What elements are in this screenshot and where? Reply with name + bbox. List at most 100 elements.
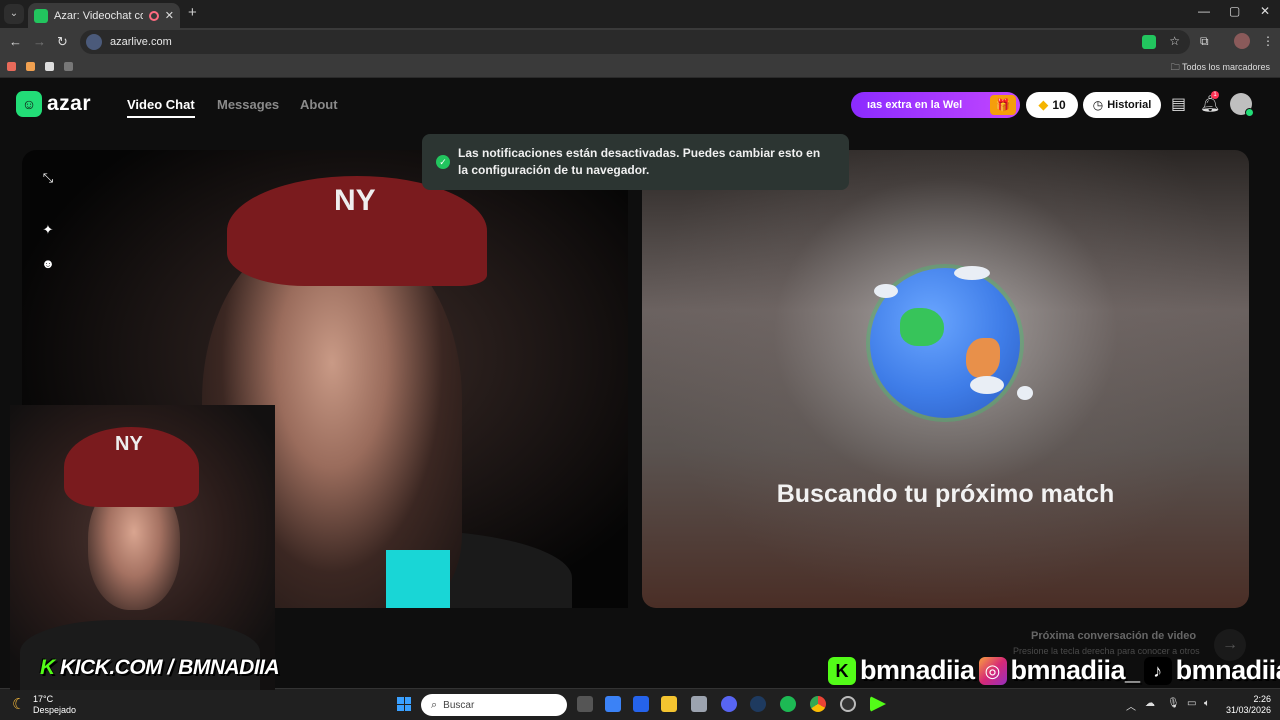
- back-arrow-icon[interactable]: ←: [9, 34, 22, 49]
- address-bar[interactable]: azarlive.com ☆: [80, 30, 1190, 54]
- searching-text: Buscando tu próximo match: [776, 480, 1115, 508]
- nav-messages[interactable]: Messages: [217, 97, 279, 112]
- more-menu-icon[interactable]: ⋮: [1262, 34, 1274, 48]
- all-bookmarks-link[interactable]: 🗀 Todos los marcadores: [1171, 60, 1270, 76]
- instagram-icon: ◎: [978, 656, 1007, 685]
- kick-channel-overlay: K KICK.COM / BMNADIIA: [40, 656, 280, 680]
- magic-wand-icon[interactable]: ✦: [40, 222, 56, 238]
- logo-text: azar: [47, 92, 92, 115]
- minimize-button[interactable]: —: [1198, 4, 1210, 18]
- close-tab-button[interactable]: ✕: [165, 9, 174, 22]
- close-window-button[interactable]: ✕: [1260, 4, 1270, 18]
- profile-avatar-icon[interactable]: [1234, 33, 1250, 49]
- reload-icon[interactable]: ↻: [57, 34, 68, 50]
- weather-widget[interactable]: 17°C Despejado: [33, 694, 76, 716]
- kick-logo-icon: K: [40, 656, 55, 679]
- store-app-icon[interactable]: [605, 696, 621, 712]
- windows-start-icon[interactable]: [397, 697, 411, 711]
- file-explorer-icon[interactable]: [661, 696, 677, 712]
- url-text: azarlive.com: [110, 36, 172, 48]
- gems-count: 10: [1052, 98, 1066, 112]
- bookmark-icon[interactable]: [7, 62, 16, 71]
- next-conversation-title: Próxima conversación de video: [1031, 630, 1197, 642]
- history-button[interactable]: ◷ Historial: [1083, 92, 1161, 118]
- kick-channel-text: KICK.COM / BMNADIIA: [60, 656, 280, 679]
- inbox-icon[interactable]: ▤: [1171, 94, 1186, 114]
- extensions-puzzle-icon[interactable]: ⧉: [1200, 34, 1209, 49]
- bookmarks-bar: 🗀 Todos los marcadores: [0, 56, 1280, 78]
- browser-tab-strip: ⌄ Azar: Videochat con gente ✕ + — ▢ ✕: [0, 0, 1280, 28]
- notification-toast: ✓ Las notificaciones están desactivadas.…: [422, 134, 849, 190]
- display-icon[interactable]: ▭: [1187, 698, 1196, 709]
- match-video-panel: Buscando tu próximo match: [642, 150, 1249, 608]
- clock-icon: ◷: [1092, 98, 1104, 112]
- weather-desc: Despejado: [33, 705, 77, 715]
- bookmark-icon[interactable]: [26, 62, 35, 71]
- bookmark-star-icon[interactable]: ☆: [1169, 34, 1180, 48]
- network-app-icon[interactable]: ☁: [1145, 698, 1155, 709]
- nav-video-chat[interactable]: Video Chat: [127, 97, 195, 118]
- face-filter-icon[interactable]: ☻: [40, 256, 56, 272]
- tab-search-dropdown-icon[interactable]: ⌄: [4, 4, 24, 24]
- promo-banner[interactable]: ıas extra en la Wel 🎁: [851, 92, 1020, 118]
- recording-indicator-icon: [148, 10, 159, 21]
- check-circle-icon: ✓: [436, 155, 450, 169]
- spotify-icon[interactable]: [780, 696, 796, 712]
- tab-title: Azar: Videochat con gente: [54, 9, 143, 22]
- azar-favicon-icon: [34, 8, 48, 23]
- extension-icon[interactable]: [1142, 35, 1156, 49]
- online-status-dot: [1245, 108, 1254, 117]
- globe-land-shape: [966, 338, 1000, 378]
- chrome-icon[interactable]: [810, 696, 826, 712]
- browser-toolbar: ← → ↻ azarlive.com ☆ ⧉ ⋮: [0, 28, 1280, 56]
- obs-icon[interactable]: [840, 696, 856, 712]
- weather-temp: 17°C: [33, 694, 54, 704]
- task-view-icon[interactable]: [577, 696, 593, 712]
- social-handles-overlay: K bmnadiia ◎ bmnadiia_ ♪ bmnadiia: [828, 655, 1280, 686]
- app-icon[interactable]: [691, 696, 707, 712]
- cloud-shape: [970, 376, 1004, 394]
- gems-balance-button[interactable]: ◆ 10: [1026, 92, 1078, 118]
- clock-date: 31/03/2026: [1226, 705, 1272, 715]
- browser-tab-azar[interactable]: Azar: Videochat con gente ✕: [28, 3, 180, 28]
- video-cyan-object: [386, 550, 450, 608]
- cloud-shape: [874, 284, 898, 298]
- gem-icon: ◆: [1038, 97, 1049, 112]
- discord-icon[interactable]: [721, 696, 737, 712]
- new-tab-button[interactable]: +: [188, 4, 197, 21]
- azar-logo-icon: ☺: [16, 91, 42, 117]
- streamer-webcam-overlay: NY: [0, 405, 275, 690]
- gift-box-icon: 🎁: [990, 95, 1016, 115]
- kick-logo-icon: K: [828, 656, 856, 685]
- cap-logo-text: NY: [334, 184, 376, 217]
- azar-logo[interactable]: ☺ azar: [16, 91, 91, 117]
- site-info-icon[interactable]: [86, 34, 102, 50]
- maximize-button[interactable]: ▢: [1229, 4, 1240, 18]
- promo-text: ıas extra en la Wel: [867, 99, 963, 111]
- system-clock[interactable]: 2:26 31/03/2026: [1226, 694, 1271, 716]
- volume-icon[interactable]: 🔈︎: [1204, 698, 1210, 709]
- tray-overflow-icon[interactable]: ︿: [1126, 698, 1136, 713]
- social-handle: bmnadiia_: [1010, 655, 1141, 685]
- user-avatar[interactable]: [1230, 93, 1254, 117]
- globe-land-shape: [900, 308, 944, 346]
- play-app-icon[interactable]: [870, 696, 886, 712]
- cloud-shape: [954, 266, 990, 280]
- forward-arrow-icon[interactable]: →: [33, 34, 46, 49]
- microphone-icon[interactable]: 🎙︎: [1167, 698, 1180, 709]
- bookmark-icon[interactable]: [45, 62, 54, 71]
- outlook-app-icon[interactable]: [633, 696, 649, 712]
- steam-icon[interactable]: [750, 696, 766, 712]
- apps-grid-icon[interactable]: [64, 62, 73, 71]
- cloud-shape: [1017, 386, 1033, 400]
- nav-about[interactable]: About: [300, 97, 338, 112]
- windows-taskbar: ☾ 17°C Despejado ⌕ Buscar ︿ ☁ 🎙︎ ▭ 🔈︎ 2:…: [0, 688, 1280, 720]
- minimize-video-icon[interactable]: ⤡: [40, 170, 56, 186]
- social-handle: bmnadiia: [1175, 655, 1280, 685]
- taskbar-search[interactable]: ⌕ Buscar: [421, 694, 567, 716]
- weather-moon-icon[interactable]: ☾: [12, 695, 25, 713]
- social-handle: bmnadiia: [860, 655, 975, 685]
- tiktok-icon: ♪: [1143, 656, 1172, 685]
- notification-badge: 1: [1211, 91, 1219, 99]
- search-icon: ⌕: [431, 698, 438, 711]
